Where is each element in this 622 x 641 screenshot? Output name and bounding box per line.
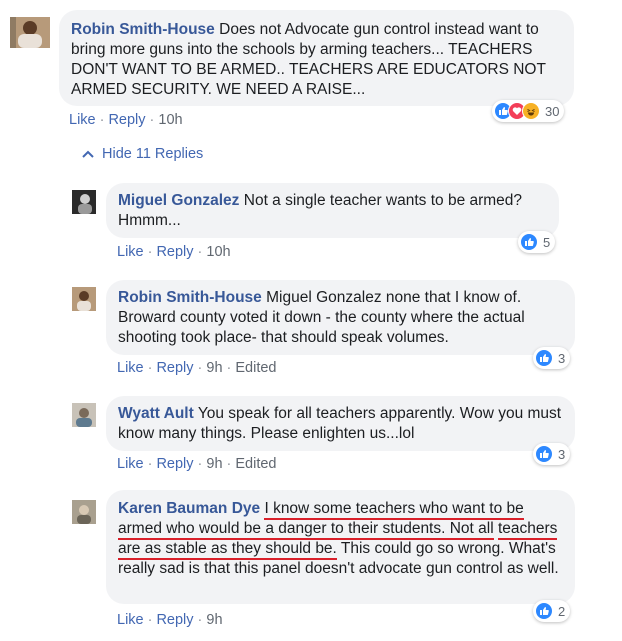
reaction-count: 2 [558, 603, 566, 619]
reaction-count: 5 [543, 234, 551, 250]
like-link[interactable]: Like [117, 456, 144, 472]
timestamp[interactable]: 9h [206, 456, 222, 472]
underlined-text: I know some teachers who want to be [264, 500, 524, 520]
reaction-count: 3 [558, 446, 566, 462]
comment-actions: Like · Reply · 10h [69, 112, 183, 128]
comment-author[interactable]: Wyatt Ault [118, 405, 194, 422]
comment-actions: Like · Reply · 9h · Edited [117, 456, 277, 472]
like-link[interactable]: Like [117, 612, 144, 628]
reaction-count: 30 [545, 103, 560, 119]
comment-author[interactable]: Miguel Gonzalez [118, 192, 239, 209]
timestamp[interactable]: 9h [206, 360, 222, 376]
like-reaction-icon [535, 445, 553, 463]
timestamp[interactable]: 10h [206, 244, 230, 260]
comment-bubble: Robin Smith-House Miguel Gonzalez none t… [106, 280, 575, 355]
reactions-badge[interactable]: 5 [518, 231, 556, 253]
like-reaction-icon [520, 233, 538, 251]
like-reaction-icon [535, 349, 553, 367]
like-link[interactable]: Like [117, 360, 144, 376]
chevron-up-icon [82, 150, 94, 158]
hide-replies-label: Hide 11 Replies [102, 146, 204, 162]
like-link[interactable]: Like [117, 244, 144, 260]
comment-author[interactable]: Robin Smith-House [118, 289, 262, 306]
reply-link[interactable]: Reply [156, 360, 193, 376]
reply-link[interactable]: Reply [108, 112, 145, 128]
comment-actions: Like · Reply · 9h [117, 612, 223, 628]
reactions-badge[interactable]: 2 [533, 600, 571, 622]
avatar[interactable] [72, 403, 96, 427]
comment-actions: Like · Reply · 9h · Edited [117, 360, 277, 376]
comment-bubble: Wyatt Ault You speak for all teachers ap… [106, 396, 575, 451]
like-link[interactable]: Like [69, 112, 96, 128]
avatar[interactable] [72, 500, 96, 524]
edited-label[interactable]: Edited [235, 456, 276, 472]
reply-link[interactable]: Reply [156, 456, 193, 472]
comment-author[interactable]: Karen Bauman Dye [118, 500, 260, 517]
edited-label[interactable]: Edited [235, 360, 276, 376]
reactions-badge[interactable]: 3 [533, 443, 571, 465]
timestamp[interactable]: 9h [206, 612, 222, 628]
reaction-count: 3 [558, 350, 566, 366]
underlined-text: armed who would be a danger to their stu… [118, 520, 494, 540]
like-reaction-icon [535, 602, 553, 620]
comment-bubble: Robin Smith-House Does not Advocate gun … [59, 10, 574, 106]
reactions-badge[interactable]: 3 [533, 347, 571, 369]
avatar[interactable] [72, 287, 96, 311]
comment-bubble: Miguel Gonzalez Not a single teacher wan… [106, 183, 559, 238]
comment-actions: Like · Reply · 10h [117, 244, 231, 260]
reply-link[interactable]: Reply [156, 612, 193, 628]
reactions-badge[interactable]: 30 [492, 100, 565, 122]
hide-replies-link[interactable]: Hide 11 Replies [82, 146, 203, 162]
avatar[interactable] [10, 17, 50, 48]
comment-bubble: Karen Bauman Dye I know some teachers wh… [106, 490, 575, 604]
haha-reaction-icon [522, 102, 540, 120]
avatar[interactable] [72, 190, 96, 214]
timestamp[interactable]: 10h [158, 112, 182, 128]
comment-author[interactable]: Robin Smith-House [71, 21, 215, 38]
reply-link[interactable]: Reply [156, 244, 193, 260]
